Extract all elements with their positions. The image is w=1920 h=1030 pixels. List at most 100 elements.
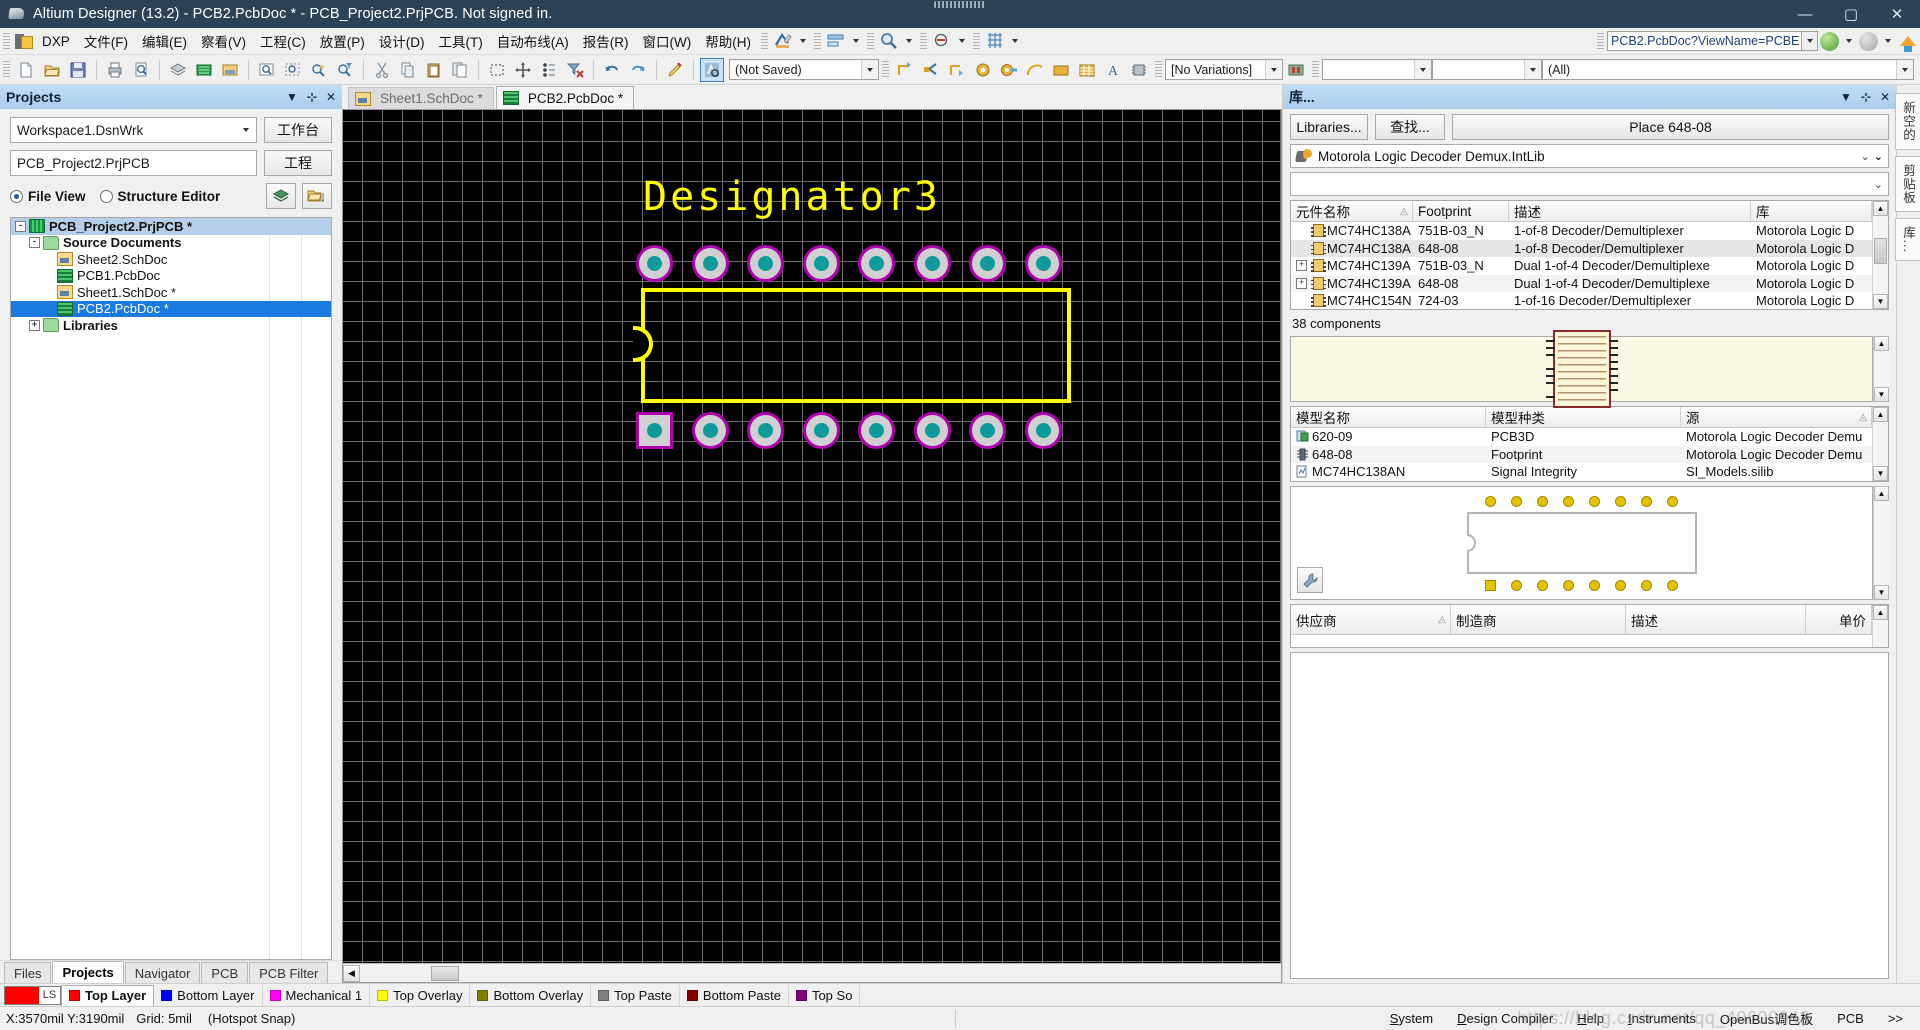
models-scroll-track[interactable] [1873, 422, 1888, 466]
toolbar-grip-4[interactable] [920, 32, 927, 50]
lib-panel-menu-icon[interactable]: ▼ [1840, 90, 1852, 104]
collapse-icon[interactable]: - [29, 237, 40, 249]
place-component-button-lib[interactable]: Place 648-08 [1452, 114, 1889, 140]
component-outline[interactable] [641, 288, 1071, 403]
menu-edit[interactable]: 编辑(E) [135, 27, 194, 55]
components-grid[interactable]: 元件名称 ◬ Footprint 描述 库 MC74HC138A 751B-03_… [1290, 200, 1889, 310]
supplier-grid-scrollbar[interactable]: ▲ [1872, 605, 1888, 647]
save-state-dropdown-icon[interactable] [861, 60, 878, 79]
col-unit-price[interactable]: 单价 [1806, 605, 1872, 634]
highlight-button[interactable] [663, 58, 687, 82]
component-row[interactable]: + MC74HC139A 648-08 Dual 1-of-4 Decoder/Dem… [1291, 274, 1872, 292]
component-row[interactable]: MC74HC138A 751B-03_N 1-of-8 Decoder/Demult… [1291, 222, 1872, 240]
project-tree-item[interactable]: - PCB_Project2.PrjPCB * [11, 218, 331, 235]
copy-button[interactable] [396, 58, 420, 82]
open-sheet-button[interactable] [218, 58, 242, 82]
supplier-grid[interactable]: 供应商 ◬ 制造商 描述 单价 ▲ [1290, 604, 1889, 648]
layer-stack-button[interactable] [166, 58, 190, 82]
scroll-left-button[interactable]: ◀ [343, 964, 360, 982]
zoom-area-button[interactable] [281, 58, 305, 82]
project-tree-item[interactable]: - Source Documents [11, 235, 331, 252]
place-track-button[interactable] [919, 58, 943, 82]
pcb-pad[interactable] [861, 415, 892, 446]
filter-combo-1[interactable] [1322, 59, 1432, 80]
menu-reports[interactable]: 报告(R) [576, 27, 636, 55]
pcb-pad[interactable] [750, 248, 781, 279]
model-row[interactable]: MC74HC138AN Signal Integrity SI_Models.sil… [1291, 463, 1872, 481]
pcb-pad-1[interactable] [639, 415, 670, 446]
menu-file[interactable]: 文件(F) [77, 27, 135, 55]
chevron-down-icon-1[interactable] [800, 39, 806, 43]
footprint-preview[interactable] [1290, 486, 1873, 600]
select-area-button[interactable] [485, 58, 509, 82]
layer-tab[interactable]: Bottom Paste [680, 984, 789, 1006]
col-library[interactable]: 库 [1751, 201, 1872, 221]
pcb-pad[interactable] [861, 248, 892, 279]
footprint-tools-button[interactable] [1297, 567, 1323, 593]
pcb-pad[interactable] [1027, 415, 1059, 446]
search-button[interactable]: 查找... [1375, 114, 1445, 140]
vtab-clipboard[interactable]: 剪贴板 [1895, 155, 1920, 212]
new-document-button[interactable] [14, 58, 38, 82]
col-model-source[interactable]: 源 ◬ [1681, 407, 1872, 427]
variations-combo[interactable]: [No Variations] [1165, 59, 1283, 80]
zoom-fit-button[interactable] [255, 58, 279, 82]
models-scroll-up-button[interactable]: ▲ [1873, 407, 1888, 422]
magnifier-icon[interactable] [878, 31, 900, 51]
menu-design[interactable]: 设计(D) [372, 27, 432, 55]
project-tree-item[interactable]: PCB1.PcbDoc [11, 268, 331, 285]
menu-place[interactable]: 放置(P) [313, 27, 372, 55]
layer-color-swatch[interactable] [5, 986, 39, 1004]
place-component-button[interactable] [1127, 58, 1151, 82]
project-tree-item[interactable]: Sheet2.SchDoc [11, 251, 331, 268]
expand-icon[interactable]: + [1296, 260, 1307, 272]
layer-tab[interactable]: Mechanical 1 [263, 984, 371, 1006]
maximize-button[interactable]: ▢ [1828, 0, 1874, 28]
align-icon[interactable] [825, 31, 847, 51]
menu-tools[interactable]: 工具(T) [432, 27, 490, 55]
close-button[interactable]: ✕ [1874, 0, 1920, 28]
models-scroll-down-button[interactable]: ▼ [1873, 466, 1888, 481]
tab-projects[interactable]: Projects [52, 961, 124, 983]
col-supplier[interactable]: 供应商 ◬ [1291, 605, 1451, 634]
pcb-pad[interactable] [805, 415, 837, 446]
back-button[interactable] [1820, 31, 1839, 51]
place-polygon-pour-button[interactable] [1075, 58, 1099, 82]
project-button[interactable]: 工程 [264, 150, 332, 176]
toolbar-grip-var[interactable] [1155, 61, 1162, 78]
components-scroll-down-button[interactable]: ▼ [1873, 294, 1888, 309]
back-dropdown-icon[interactable] [1846, 39, 1852, 43]
open-document-button[interactable] [40, 58, 64, 82]
pcb-pad[interactable] [805, 248, 837, 279]
doc-tab-sheet1[interactable]: Sheet1.SchDoc * [348, 87, 494, 109]
layer-tab[interactable]: Bottom Layer [154, 984, 263, 1006]
variations-dropdown-icon[interactable] [1265, 60, 1282, 79]
toolbar-grip-2[interactable] [814, 32, 821, 50]
project-tree-item[interactable]: Sheet1.SchDoc * [11, 284, 331, 301]
lib-pin-icon[interactable]: ⊹ [1861, 90, 1871, 104]
toolbar-grip-1[interactable] [761, 32, 768, 50]
model-row[interactable]: 620-09 PCB3D Motorola Logic Decoder Demu [1291, 428, 1872, 446]
footprint-scroll-down-button[interactable]: ▼ [1874, 585, 1889, 600]
window-drag-grip[interactable] [934, 1, 986, 8]
col-footprint[interactable]: Footprint [1413, 201, 1509, 221]
tab-pcb[interactable]: PCB [201, 962, 249, 983]
undo-button[interactable] [600, 58, 624, 82]
components-grid-scrollbar[interactable]: ▲ ▼ [1872, 201, 1888, 309]
layer-tab[interactable]: Bottom Overlay [470, 984, 592, 1006]
component-designator[interactable]: Designator3 [643, 174, 941, 220]
address-dropdown-button[interactable] [1802, 31, 1818, 51]
layer-tab[interactable]: Top So [789, 984, 861, 1006]
col-component-name[interactable]: 元件名称 ◬ [1291, 201, 1413, 221]
libraries-button[interactable]: Libraries... [1290, 114, 1368, 140]
pcb-pad[interactable] [916, 415, 948, 446]
col-description[interactable]: 描述 [1509, 201, 1751, 221]
schematic-preview[interactable] [1290, 330, 1873, 408]
status-button[interactable]: System [1378, 1009, 1445, 1029]
project-field[interactable]: PCB_Project2.PrjPCB [10, 150, 257, 176]
paste-special-button[interactable] [448, 58, 472, 82]
chevron-down-icon-2[interactable] [853, 39, 859, 43]
components-scroll-track[interactable] [1873, 216, 1888, 294]
toolbar-grip-filters[interactable] [1312, 61, 1319, 78]
library-filter-dropdown-icon[interactable]: ⌄ [1874, 178, 1888, 191]
